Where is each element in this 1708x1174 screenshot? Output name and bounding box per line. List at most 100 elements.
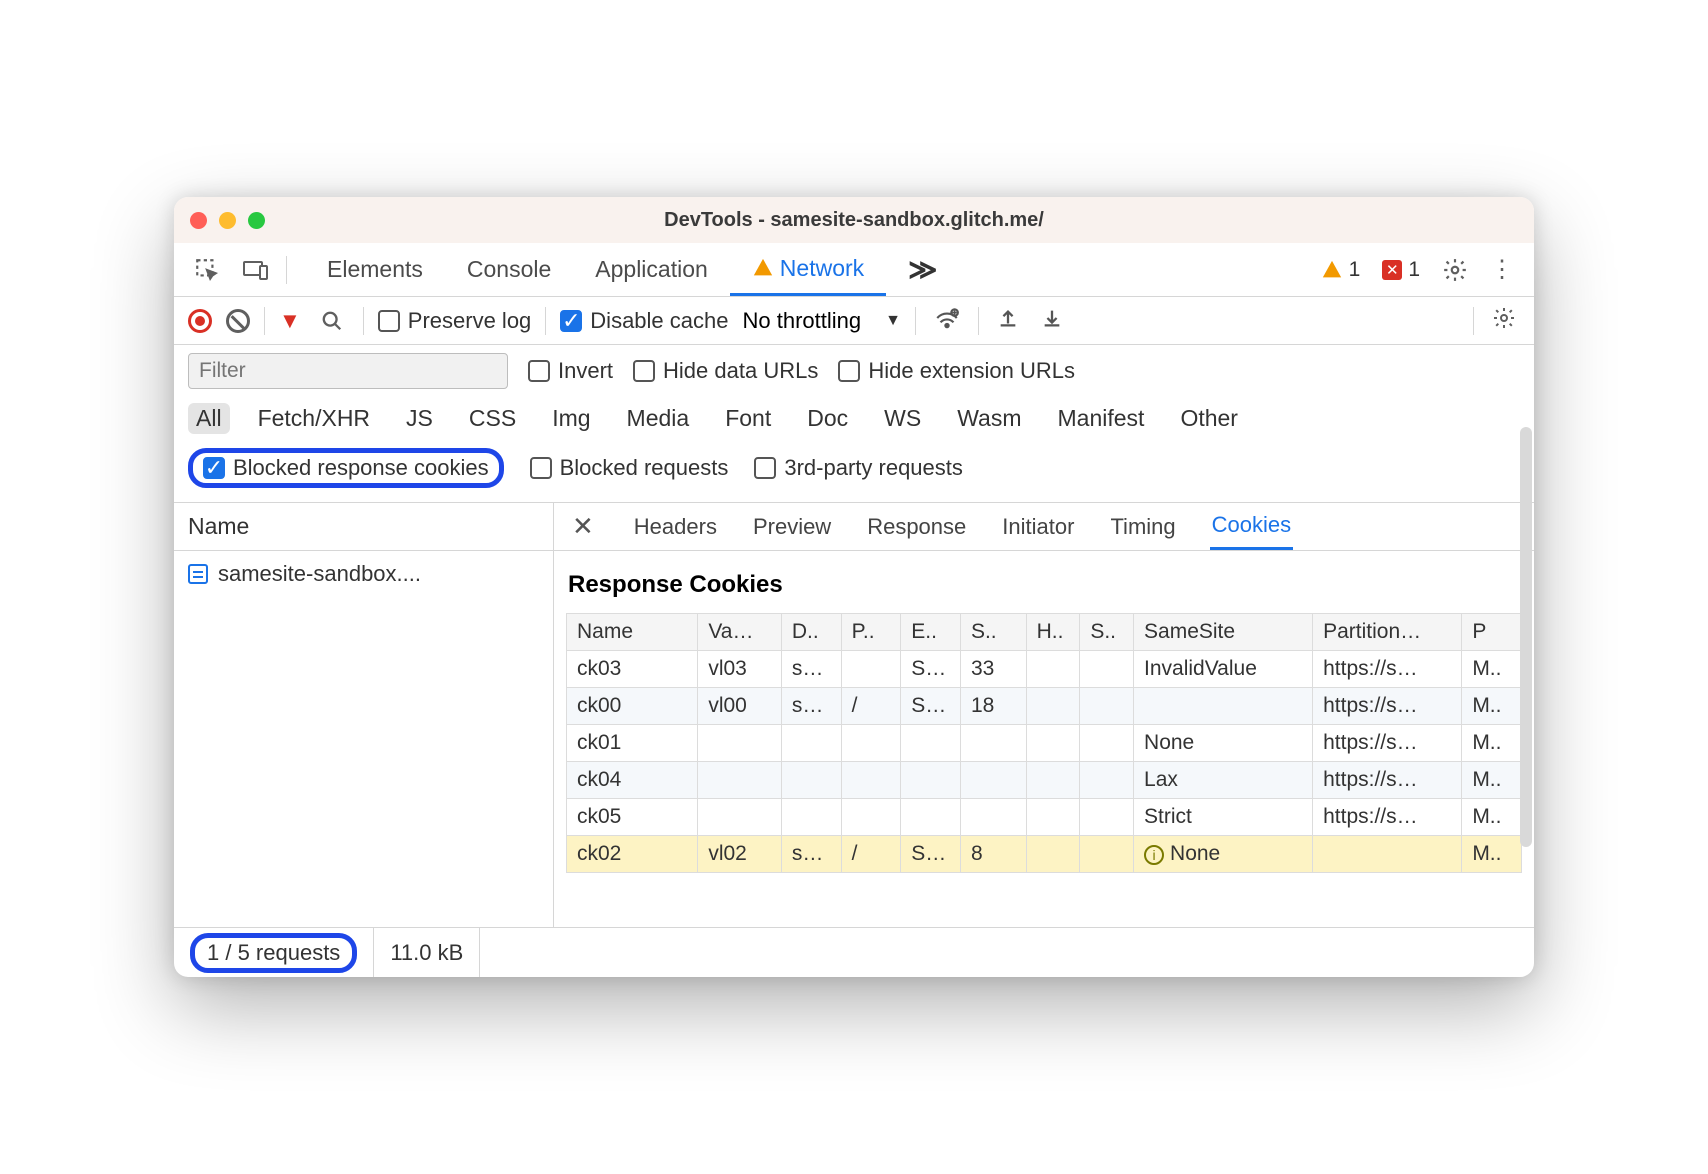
thirdparty-label: 3rd-party requests xyxy=(784,455,963,481)
invert-label: Invert xyxy=(558,358,613,384)
col-httponly[interactable]: H.. xyxy=(1026,614,1080,651)
col-priority[interactable]: P xyxy=(1462,614,1522,651)
close-window-button[interactable] xyxy=(190,212,207,229)
throttling-select[interactable]: No throttling xyxy=(742,308,861,334)
table-row[interactable]: ck02vl02s…/S…8iNoneM.. xyxy=(567,836,1522,873)
detail-tab-headers[interactable]: Headers xyxy=(632,503,719,550)
document-icon xyxy=(188,564,208,584)
more-tabs-button[interactable]: ≫ xyxy=(886,243,953,296)
filter-input[interactable] xyxy=(188,353,508,389)
col-path[interactable]: P.. xyxy=(841,614,901,651)
detail-tab-cookies[interactable]: Cookies xyxy=(1210,503,1293,550)
col-name[interactable]: Name xyxy=(567,614,698,651)
scrollbar[interactable] xyxy=(1520,427,1532,847)
request-row[interactable]: samesite-sandbox.... xyxy=(174,551,553,597)
cell-priority: M.. xyxy=(1462,762,1522,799)
col-expires[interactable]: E.. xyxy=(901,614,961,651)
inspect-icon[interactable] xyxy=(188,253,226,287)
upload-har-icon[interactable] xyxy=(993,307,1023,335)
cell-secure xyxy=(1080,762,1134,799)
blocked-requests-checkbox[interactable]: Blocked requests xyxy=(530,455,729,481)
cell-name: ck03 xyxy=(567,651,698,688)
invert-checkbox[interactable]: Invert xyxy=(528,358,613,384)
cell-samesite: None xyxy=(1134,725,1313,762)
type-js[interactable]: JS xyxy=(398,403,441,434)
detail-tab-timing[interactable]: Timing xyxy=(1108,503,1177,550)
table-row[interactable]: ck00vl00s…/S…18https://s…M.. xyxy=(567,688,1522,725)
titlebar: DevTools - samesite-sandbox.glitch.me/ xyxy=(174,197,1534,243)
col-samesite[interactable]: SameSite xyxy=(1134,614,1313,651)
col-domain[interactable]: D.. xyxy=(781,614,841,651)
blocked-response-cookies-checkbox[interactable]: ✓Blocked response cookies xyxy=(203,455,489,481)
panel-settings-gear-icon[interactable] xyxy=(1488,306,1520,336)
cell-partition: https://s… xyxy=(1313,799,1462,836)
tab-elements[interactable]: Elements xyxy=(305,243,445,296)
hide-extension-urls-checkbox[interactable]: Hide extension URLs xyxy=(838,358,1075,384)
close-detail-button[interactable]: ✕ xyxy=(572,511,600,542)
highlight-blocked-cookies: ✓Blocked response cookies xyxy=(188,448,504,488)
request-list-header[interactable]: Name xyxy=(174,503,553,551)
cell-value xyxy=(698,725,782,762)
detail-tab-response[interactable]: Response xyxy=(865,503,968,550)
tab-console[interactable]: Console xyxy=(445,243,573,296)
cell-secure xyxy=(1080,799,1134,836)
type-wasm[interactable]: Wasm xyxy=(949,403,1029,434)
table-row[interactable]: ck05Stricthttps://s…M.. xyxy=(567,799,1522,836)
cell-path xyxy=(841,799,901,836)
col-secure[interactable]: S.. xyxy=(1080,614,1134,651)
type-other[interactable]: Other xyxy=(1172,403,1246,434)
hide-ext-label: Hide extension URLs xyxy=(868,358,1075,384)
detail-pane: ✕ Headers Preview Response Initiator Tim… xyxy=(554,503,1534,927)
issues-error-badge[interactable]: ✕ 1 xyxy=(1376,258,1426,282)
disable-cache-label: Disable cache xyxy=(590,308,728,334)
clear-button[interactable] xyxy=(226,309,250,333)
preserve-log-checkbox[interactable]: Preserve log xyxy=(378,308,532,334)
detail-tab-preview[interactable]: Preview xyxy=(751,503,833,550)
hide-data-urls-checkbox[interactable]: Hide data URLs xyxy=(633,358,818,384)
filter-toggle-icon[interactable]: ▼ xyxy=(279,308,301,334)
download-har-icon[interactable] xyxy=(1037,307,1067,335)
filter-bar: Invert Hide data URLs Hide extension URL… xyxy=(174,345,1534,397)
type-doc[interactable]: Doc xyxy=(799,403,856,434)
minimize-window-button[interactable] xyxy=(219,212,236,229)
tab-application[interactable]: Application xyxy=(573,243,730,296)
col-partition[interactable]: Partition… xyxy=(1313,614,1462,651)
table-row[interactable]: ck01Nonehttps://s…M.. xyxy=(567,725,1522,762)
device-toggle-icon[interactable] xyxy=(236,254,276,286)
table-row[interactable]: ck04Laxhttps://s…M.. xyxy=(567,762,1522,799)
cell-size: 33 xyxy=(960,651,1026,688)
preserve-log-label: Preserve log xyxy=(408,308,532,334)
tab-network[interactable]: Network xyxy=(730,243,886,296)
type-font[interactable]: Font xyxy=(717,403,779,434)
settings-gear-icon[interactable] xyxy=(1436,253,1474,287)
col-value[interactable]: Va… xyxy=(698,614,782,651)
cell-samesite: Lax xyxy=(1134,762,1313,799)
search-icon[interactable] xyxy=(315,306,349,336)
issues-warning-badge[interactable]: 1 xyxy=(1315,258,1367,282)
col-size[interactable]: S.. xyxy=(960,614,1026,651)
type-css[interactable]: CSS xyxy=(461,403,524,434)
warning-icon xyxy=(1321,259,1343,281)
type-all[interactable]: All xyxy=(188,403,230,434)
disable-cache-checkbox[interactable]: ✓Disable cache xyxy=(560,308,728,334)
type-fetchxhr[interactable]: Fetch/XHR xyxy=(250,403,378,434)
table-header-row[interactable]: Name Va… D.. P.. E.. S.. H.. S.. SameSit… xyxy=(567,614,1522,651)
record-button[interactable] xyxy=(188,309,212,333)
type-media[interactable]: Media xyxy=(619,403,698,434)
kebab-menu-icon[interactable]: ⋮ xyxy=(1484,251,1520,288)
cell-expires xyxy=(901,762,961,799)
table-row[interactable]: ck03vl03s…S…33InvalidValuehttps://s…M.. xyxy=(567,651,1522,688)
cell-path: / xyxy=(841,836,901,873)
type-ws[interactable]: WS xyxy=(876,403,929,434)
zoom-window-button[interactable] xyxy=(248,212,265,229)
info-icon[interactable]: i xyxy=(1144,845,1164,865)
detail-tab-initiator[interactable]: Initiator xyxy=(1000,503,1076,550)
cell-domain: s… xyxy=(781,836,841,873)
type-img[interactable]: Img xyxy=(544,403,598,434)
network-conditions-icon[interactable] xyxy=(930,307,964,335)
cell-path xyxy=(841,651,901,688)
type-manifest[interactable]: Manifest xyxy=(1050,403,1153,434)
cell-value: vl03 xyxy=(698,651,782,688)
third-party-requests-checkbox[interactable]: 3rd-party requests xyxy=(754,455,963,481)
cell-expires xyxy=(901,799,961,836)
